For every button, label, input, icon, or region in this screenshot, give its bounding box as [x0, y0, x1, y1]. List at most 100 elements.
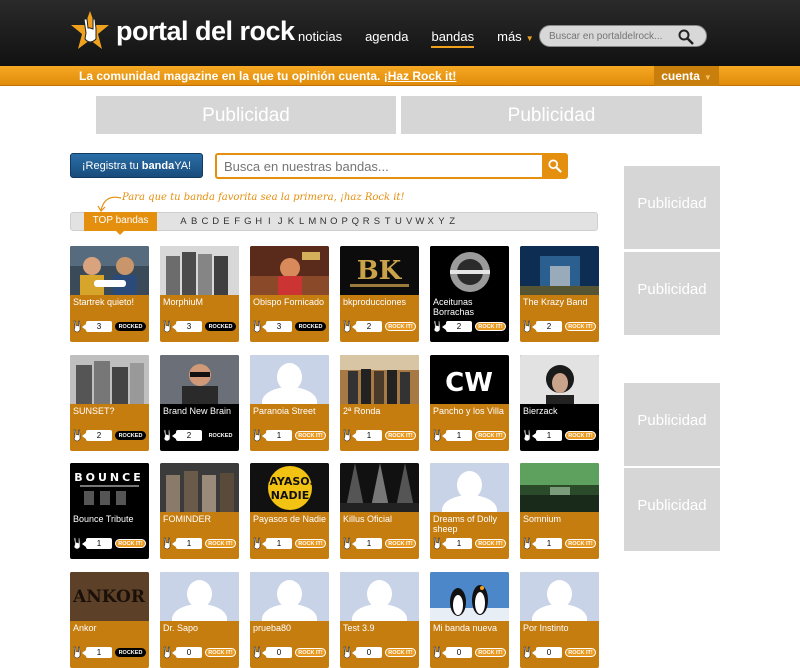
- letter-filter-r[interactable]: R: [361, 216, 372, 227]
- band-card[interactable]: Paranoia Street 1 ROCK IT!: [250, 355, 329, 451]
- letter-filter-l[interactable]: L: [296, 216, 307, 227]
- band-image[interactable]: [160, 572, 239, 621]
- band-image[interactable]: [160, 246, 239, 295]
- band-name[interactable]: The Krazy Band: [523, 297, 597, 307]
- ad-banner-top-left[interactable]: Publicidad: [96, 96, 396, 134]
- band-card[interactable]: SUNSET? 2 ROCKED: [70, 355, 149, 451]
- band-image[interactable]: [340, 355, 419, 404]
- nav-bandas[interactable]: bandas: [431, 29, 474, 48]
- band-image[interactable]: BOUNCE: [70, 463, 149, 512]
- letter-filter-n[interactable]: N: [318, 216, 329, 227]
- band-card[interactable]: Killus Oficial 1 ROCK IT!: [340, 463, 419, 559]
- letter-filter-d[interactable]: D: [210, 216, 221, 227]
- band-image[interactable]: CW: [430, 355, 509, 404]
- band-name[interactable]: Dr. Sapo: [163, 623, 237, 633]
- letter-filter-w[interactable]: W: [415, 216, 426, 227]
- letter-filter-i[interactable]: I: [264, 216, 275, 227]
- band-card[interactable]: Obispo Fornicado 3 ROCKED: [250, 246, 329, 342]
- band-image[interactable]: [520, 355, 599, 404]
- cuenta-button[interactable]: cuenta ▼: [654, 66, 719, 86]
- band-card[interactable]: CW Pancho y los Villa 1 ROCK IT!: [430, 355, 509, 451]
- band-name[interactable]: Por Instinto: [523, 623, 597, 633]
- band-card[interactable]: Brand New Brain 2 ROCKED: [160, 355, 239, 451]
- band-name[interactable]: Mi banda nueva: [433, 623, 507, 633]
- band-name[interactable]: SUNSET?: [73, 406, 147, 416]
- band-image[interactable]: [430, 246, 509, 295]
- band-name[interactable]: Ankor: [73, 623, 147, 633]
- band-image[interactable]: [340, 463, 419, 512]
- band-card[interactable]: FOMINDER 1 ROCK IT!: [160, 463, 239, 559]
- band-card[interactable]: Somnium 1 ROCK IT!: [520, 463, 599, 559]
- rock-it-button[interactable]: ROCK IT!: [385, 648, 416, 657]
- site-logo[interactable]: portal del rock: [70, 9, 295, 53]
- band-card[interactable]: Test 3.9 0 ROCK IT!: [340, 572, 419, 668]
- band-image[interactable]: [160, 463, 239, 512]
- letter-filter-o[interactable]: O: [329, 216, 340, 227]
- band-image[interactable]: [340, 572, 419, 621]
- ad-banner-top-right[interactable]: Publicidad: [401, 96, 702, 134]
- search-icon[interactable]: [678, 29, 694, 45]
- rock-it-button[interactable]: ROCK IT!: [385, 539, 416, 548]
- band-name[interactable]: Killus Oficial: [343, 514, 417, 524]
- band-name[interactable]: FOMINDER: [163, 514, 237, 524]
- band-card[interactable]: Aceitunas Borrachas 2 ROCK IT!: [430, 246, 509, 342]
- band-image[interactable]: [430, 463, 509, 512]
- band-image[interactable]: ANKOR: [70, 572, 149, 621]
- band-name[interactable]: MorphiuM: [163, 297, 237, 307]
- letter-filter-h[interactable]: H: [253, 216, 264, 227]
- band-name[interactable]: bkproducciones: [343, 297, 417, 307]
- rock-it-button[interactable]: ROCK IT!: [115, 539, 146, 548]
- letter-filter-p[interactable]: P: [339, 216, 350, 227]
- letter-filter-m[interactable]: M: [307, 216, 318, 227]
- rock-it-button[interactable]: ROCK IT!: [475, 322, 506, 331]
- band-card[interactable]: 2ª Ronda 1 ROCK IT!: [340, 355, 419, 451]
- rock-it-button[interactable]: ROCK IT!: [475, 539, 506, 548]
- ad-sidebar-3[interactable]: Publicidad: [624, 383, 720, 466]
- rock-it-button[interactable]: ROCK IT!: [205, 539, 236, 548]
- band-name[interactable]: Bounce Tribute: [73, 514, 147, 524]
- nav-noticias[interactable]: noticias: [298, 29, 342, 44]
- letter-filter-v[interactable]: V: [404, 216, 415, 227]
- letter-filter-j[interactable]: J: [275, 216, 286, 227]
- band-name[interactable]: Startrek quieto!: [73, 297, 147, 307]
- band-card[interactable]: Startrek quieto! 3 ROCKED: [70, 246, 149, 342]
- band-image[interactable]: [520, 463, 599, 512]
- letter-filter-q[interactable]: Q: [350, 216, 361, 227]
- letter-filter-t[interactable]: T: [382, 216, 393, 227]
- rock-it-button[interactable]: ROCK IT!: [385, 322, 416, 331]
- band-card[interactable]: PAYASOS NADIE Payasos de Nadie 1 ROCK IT!: [250, 463, 329, 559]
- band-card[interactable]: Por Instinto 0 ROCK IT!: [520, 572, 599, 668]
- rock-it-button[interactable]: ROCK IT!: [565, 539, 596, 548]
- band-image[interactable]: [160, 355, 239, 404]
- band-card[interactable]: MorphiuM 3 ROCKED: [160, 246, 239, 342]
- letter-filter-s[interactable]: S: [372, 216, 383, 227]
- letter-filter-e[interactable]: E: [221, 216, 232, 227]
- letter-filter-y[interactable]: Y: [436, 216, 447, 227]
- band-image[interactable]: [520, 246, 599, 295]
- letter-filter-a[interactable]: A: [178, 216, 189, 227]
- site-search-input[interactable]: [549, 31, 674, 42]
- rock-it-button[interactable]: ROCK IT!: [295, 431, 326, 440]
- letter-filter-b[interactable]: B: [189, 216, 200, 227]
- letter-filter-g[interactable]: G: [243, 216, 254, 227]
- band-name[interactable]: Paranoia Street: [253, 406, 327, 416]
- rock-it-button[interactable]: ROCK IT!: [565, 322, 596, 331]
- rock-it-button[interactable]: ROCK IT!: [295, 648, 326, 657]
- tab-top-bandas[interactable]: TOP bandas: [84, 212, 157, 235]
- band-name[interactable]: Aceitunas Borrachas: [433, 297, 507, 317]
- band-card[interactable]: ANKOR Ankor 1 ROCKED: [70, 572, 149, 668]
- band-image[interactable]: [430, 572, 509, 621]
- band-image[interactable]: [70, 355, 149, 404]
- band-image[interactable]: [250, 572, 329, 621]
- band-card[interactable]: Dreams of Dolly sheep 1 ROCK IT!: [430, 463, 509, 559]
- band-name[interactable]: Bierzack: [523, 406, 597, 416]
- ad-sidebar-2[interactable]: Publicidad: [624, 252, 720, 335]
- band-search-input[interactable]: [224, 159, 524, 174]
- rock-it-button[interactable]: ROCK IT!: [565, 648, 596, 657]
- register-band-button[interactable]: ¡Registra tu bandaYA!: [70, 153, 203, 178]
- band-image[interactable]: [250, 355, 329, 404]
- band-image[interactable]: [520, 572, 599, 621]
- band-name[interactable]: Payasos de Nadie: [253, 514, 327, 524]
- band-name[interactable]: Obispo Fornicado: [253, 297, 327, 307]
- rock-it-button[interactable]: ROCK IT!: [475, 431, 506, 440]
